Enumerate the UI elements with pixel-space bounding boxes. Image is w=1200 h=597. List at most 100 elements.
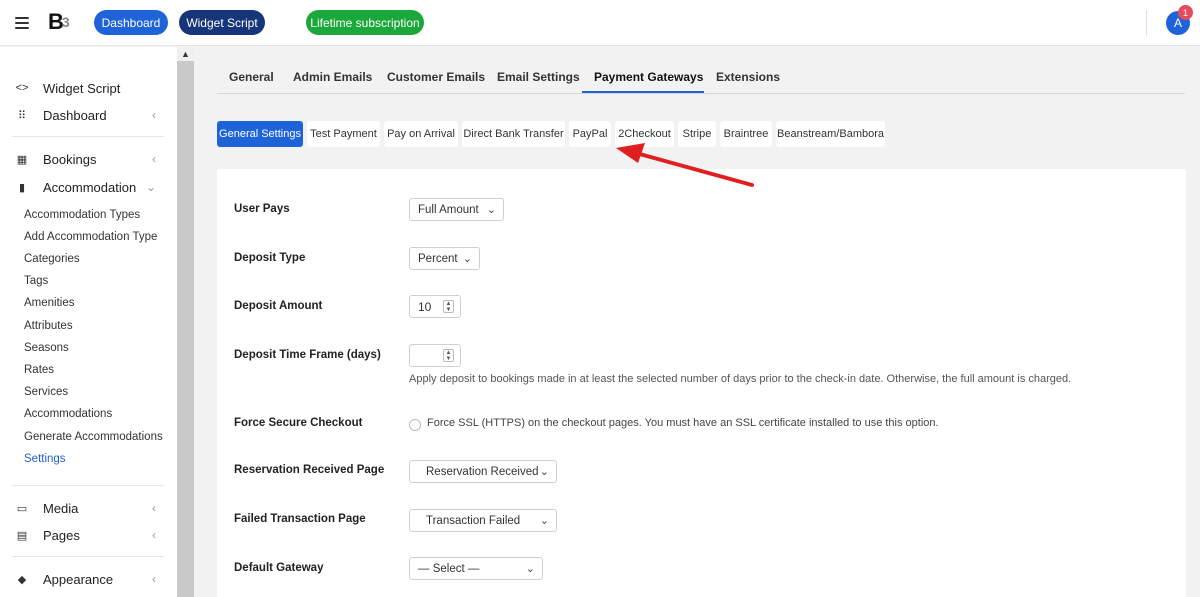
default-gateway-select[interactable]: — Select — ⌄: [409, 557, 543, 580]
top-bar: B3 Dashboard Widget Script Lifetime subs…: [0, 0, 1200, 46]
sidebar-subitem[interactable]: Attributes: [24, 320, 73, 332]
select-value: Reservation Received: [426, 465, 539, 478]
sidebar-scrollbar[interactable]: [177, 47, 194, 597]
user-pays-select[interactable]: Full Amount ⌄: [409, 198, 504, 221]
subtab-stripe[interactable]: Stripe: [678, 121, 716, 147]
chevron-left-icon: ‹: [152, 572, 156, 586]
sidebar-item-media[interactable]: ▭ Media ‹: [14, 496, 164, 520]
sidebar-subitem[interactable]: Services: [24, 386, 68, 398]
force-ssl-checkbox[interactable]: [409, 419, 421, 431]
sidebar-subitem-settings[interactable]: Settings: [24, 453, 66, 465]
select-value: — Select —: [418, 562, 480, 575]
subtab-general-settings[interactable]: General Settings: [217, 121, 303, 147]
tab-extensions[interactable]: Extensions: [716, 70, 780, 84]
reservation-received-page-label: Reservation Received Page: [234, 464, 385, 476]
paint-bucket-icon: ◆: [17, 573, 27, 586]
sidebar-item-label: Dashboard: [43, 107, 107, 123]
chevron-down-icon: ⌄: [486, 204, 496, 216]
chevron-left-icon: ‹: [152, 152, 156, 166]
building-icon: ▮: [18, 181, 26, 194]
tab-general[interactable]: General: [229, 70, 274, 84]
force-ssl-text: Force SSL (HTTPS) on the checkout pages.…: [427, 417, 939, 429]
subtab-test-payment[interactable]: Test Payment: [307, 121, 380, 147]
lifetime-subscription-button[interactable]: Lifetime subscription: [306, 10, 424, 35]
code-icon: <>: [15, 82, 29, 94]
chevron-down-icon: ⌄: [525, 563, 535, 575]
deposit-time-frame-label: Deposit Time Frame (days): [234, 349, 381, 361]
grid-icon: ⠿: [17, 109, 27, 122]
sidebar-item-label: Media: [43, 500, 79, 516]
sidebar-divider: [12, 136, 164, 137]
subtab-beanstream-bambora[interactable]: Beanstream/Bambora: [776, 121, 885, 147]
deposit-time-frame-help: Apply deposit to bookings made in at lea…: [409, 373, 1072, 385]
subtab-direct-bank-transfer[interactable]: Direct Bank Transfer: [462, 121, 565, 147]
select-value: Full Amount: [418, 203, 479, 216]
image-icon: ▭: [16, 502, 28, 515]
sidebar-item-accommodation[interactable]: ▮ Accommodation ⌄: [14, 175, 164, 199]
sidebar-subitem[interactable]: Add Accommodation Type: [24, 231, 157, 243]
tab-admin-emails[interactable]: Admin Emails: [293, 70, 372, 84]
sidebar-subitem[interactable]: Tags: [24, 275, 48, 287]
sidebar-subitem[interactable]: Amenities: [24, 297, 75, 309]
tab-email-settings[interactable]: Email Settings: [497, 70, 580, 84]
subtab-2checkout[interactable]: 2Checkout: [615, 121, 674, 147]
sidebar-item-label: Bookings: [43, 151, 97, 167]
chevron-down-icon: ⌄: [145, 180, 156, 194]
sidebar-item-label: Pages: [43, 527, 80, 543]
default-gateway-label: Default Gateway: [234, 562, 324, 574]
scroll-up-icon[interactable]: ▲: [177, 47, 194, 61]
force-secure-checkout-label: Force Secure Checkout: [234, 417, 363, 429]
sidebar-item-pages[interactable]: ▤ Pages ‹: [14, 523, 164, 547]
chevron-down-icon: ⌄: [539, 466, 549, 478]
spinner-icon[interactable]: ▲ ▼: [443, 300, 454, 313]
sidebar-item-bookings[interactable]: ▦ Bookings ‹: [14, 147, 164, 171]
sidebar-item-label: Widget Script: [43, 80, 121, 96]
logo-sub: 3: [61, 14, 70, 30]
deposit-time-frame-input[interactable]: ▲ ▼: [409, 344, 461, 367]
calendar-icon: ▦: [16, 153, 28, 166]
sidebar-item-widget-script[interactable]: <> Widget Script: [14, 76, 164, 100]
hamburger-menu-icon[interactable]: [11, 12, 33, 34]
subtab-braintree[interactable]: Braintree: [720, 121, 772, 147]
widget-script-button[interactable]: Widget Script: [179, 10, 265, 35]
notification-badge: 1: [1178, 5, 1193, 20]
deposit-type-select[interactable]: Percent ⌄: [409, 247, 480, 270]
sidebar-item-label: Accommodation: [43, 179, 137, 195]
tab-payment-gateways[interactable]: Payment Gateways: [594, 70, 703, 84]
sidebar-divider: [12, 485, 164, 486]
sidebar-subitem[interactable]: Generate Accommodations: [24, 431, 163, 443]
sidebar-divider: [12, 556, 164, 557]
sidebar-subitem[interactable]: Accommodation Types: [24, 209, 140, 221]
top-divider: [1146, 10, 1147, 36]
sidebar-subitem[interactable]: Categories: [24, 253, 80, 265]
deposit-amount-input[interactable]: 10 ▲ ▼: [409, 295, 461, 318]
logo-text: B: [48, 9, 64, 34]
chevron-left-icon: ‹: [152, 108, 156, 122]
user-pays-label: User Pays: [234, 203, 290, 215]
sidebar-item-appearance[interactable]: ◆ Appearance ‹: [14, 567, 164, 591]
subtab-pay-on-arrival[interactable]: Pay on Arrival: [384, 121, 458, 147]
select-value: Transaction Failed: [426, 514, 521, 527]
reservation-received-page-select[interactable]: Reservation Received ⌄: [409, 460, 557, 483]
failed-transaction-page-select[interactable]: Transaction Failed ⌄: [409, 509, 557, 532]
input-value: 10: [418, 299, 432, 314]
chevron-left-icon: ‹: [152, 501, 156, 515]
settings-tabs: General Admin Emails Customer Emails Ema…: [217, 66, 1185, 94]
sidebar-item-label: Appearance: [43, 571, 114, 587]
sidebar-subitem[interactable]: Seasons: [24, 342, 69, 354]
chevron-down-icon: ⌄: [462, 253, 472, 265]
subtab-paypal[interactable]: PayPal: [569, 121, 611, 147]
failed-transaction-page-label: Failed Transaction Page: [234, 513, 366, 525]
chevron-down-icon: ⌄: [539, 515, 549, 527]
chevron-left-icon: ‹: [152, 528, 156, 542]
deposit-type-label: Deposit Type: [234, 252, 306, 264]
sidebar-subitem[interactable]: Accommodations: [24, 408, 112, 420]
sidebar-item-dashboard[interactable]: ⠿ Dashboard ‹: [14, 103, 164, 127]
select-value: Percent: [418, 252, 458, 265]
spinner-icon[interactable]: ▲ ▼: [443, 349, 454, 362]
sidebar-subitem[interactable]: Rates: [24, 364, 54, 376]
dashboard-button[interactable]: Dashboard: [94, 10, 168, 35]
active-tab-indicator: [582, 91, 704, 93]
logo[interactable]: B3: [48, 9, 70, 35]
tab-customer-emails[interactable]: Customer Emails: [387, 70, 485, 84]
